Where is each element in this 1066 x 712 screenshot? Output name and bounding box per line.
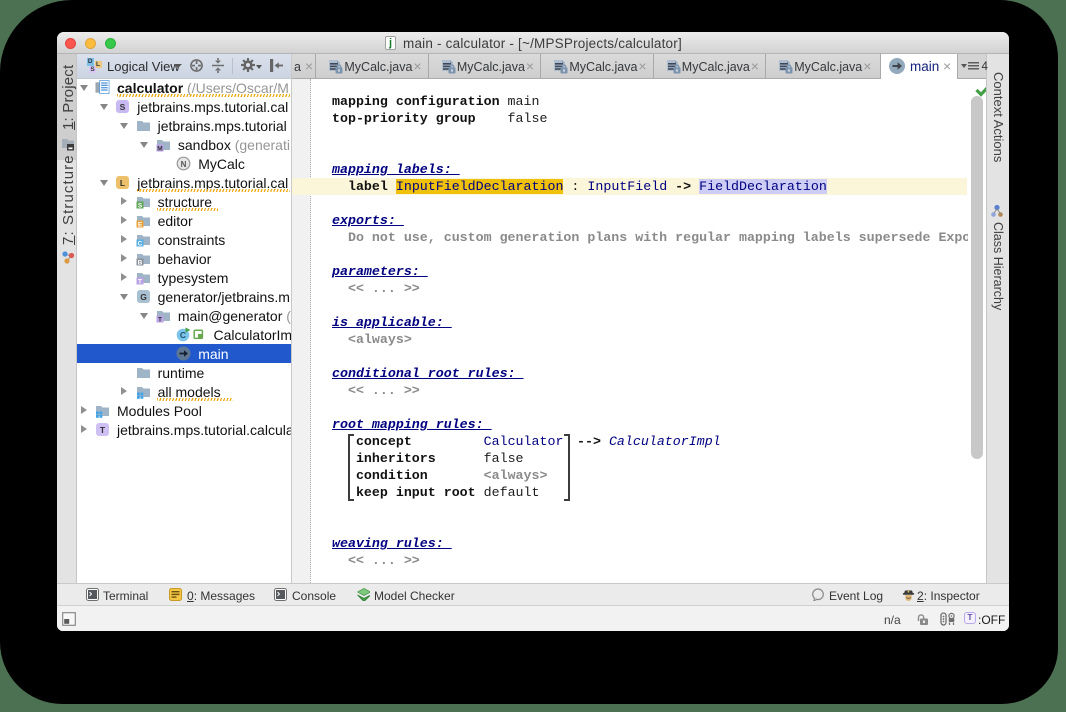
svg-text:S: S	[120, 102, 126, 112]
svg-text:C: C	[180, 330, 186, 340]
svg-text:S: S	[137, 202, 142, 209]
svg-text:G: G	[140, 292, 147, 302]
svg-text:L: L	[120, 178, 125, 188]
svg-text:T: T	[158, 316, 162, 323]
svg-text:M: M	[157, 145, 162, 152]
svg-text:T: T	[100, 425, 106, 435]
svg-text:T: T	[138, 278, 142, 285]
svg-text:N: N	[181, 160, 187, 169]
svg-text:E: E	[137, 221, 142, 228]
svg-text:B: B	[137, 259, 142, 266]
svg-text:C: C	[137, 240, 142, 247]
